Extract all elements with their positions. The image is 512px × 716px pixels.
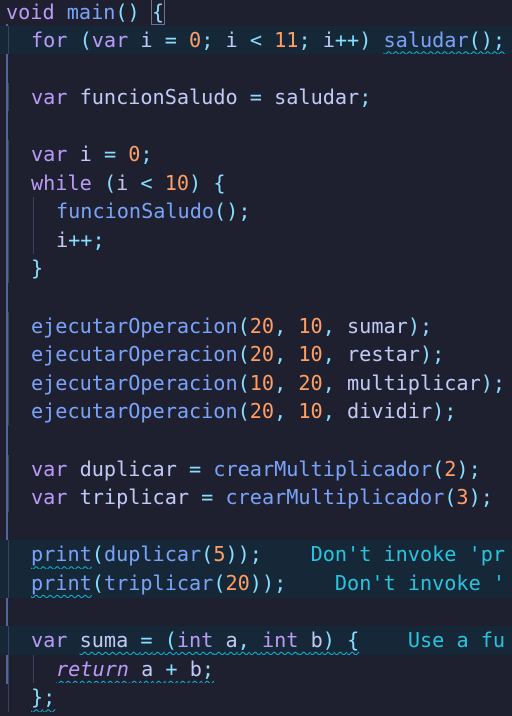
inline-hint: Don't invoke 'pr xyxy=(310,542,506,567)
token-keyword: void xyxy=(6,0,55,24)
code-line[interactable]: ejecutarOperacion(20, 10, restar); xyxy=(0,340,512,369)
code-line[interactable]: ejecutarOperacion(20, 10, sumar); xyxy=(0,311,512,341)
warning-squiggle[interactable]: suma xyxy=(80,628,129,652)
code-editor[interactable]: void main() { for (var i = 0; i < 11; i+… xyxy=(0,0,512,716)
indent-guide xyxy=(33,197,34,226)
code-line[interactable]: } xyxy=(0,254,512,283)
code-line-warning[interactable]: print(triplicar(20)); Don't invoke ' xyxy=(0,569,512,598)
warning-squiggle[interactable]: print xyxy=(31,571,92,595)
code-line[interactable]: funcionSaludo(); xyxy=(0,197,512,226)
code-line[interactable]: while (i < 10) { xyxy=(0,168,512,198)
code-line[interactable]: var triplicar = crearMultiplicador(3); xyxy=(0,483,512,512)
code-line[interactable]: i++; xyxy=(0,225,512,255)
code-line[interactable]: ejecutarOperacion(10, 20, multiplicar); xyxy=(0,368,512,398)
inline-hint: Use a fu xyxy=(407,628,506,653)
code-line[interactable]: return a + b; xyxy=(0,654,512,684)
code-line-active[interactable]: for (var i = 0; i < 11; i++) saludar(); xyxy=(0,25,512,55)
warning-squiggle[interactable]: print xyxy=(31,542,92,566)
code-line[interactable]: }; xyxy=(0,683,512,712)
indent-guide xyxy=(8,25,9,55)
token-function: main xyxy=(66,0,116,24)
matched-brace: { xyxy=(150,0,166,25)
inline-hint: Don't invoke ' xyxy=(334,571,506,595)
code-line-warning[interactable]: print(duplicar(5)); Don't invoke 'pr xyxy=(0,540,512,569)
code-line[interactable]: void main() { xyxy=(0,0,512,27)
code-line[interactable]: var funcionSaludo = saludar; xyxy=(0,82,512,112)
code-line-warning[interactable]: var suma = (int a, int b) { Use a fu xyxy=(0,626,512,655)
code-line[interactable]: var duplicar = crearMultiplicador(2); xyxy=(0,454,512,484)
code-line[interactable]: ejecutarOperacion(20, 10, dividir); xyxy=(0,397,512,426)
warning-squiggle[interactable]: saludar xyxy=(384,28,469,52)
code-line[interactable]: var i = 0; xyxy=(0,140,512,169)
